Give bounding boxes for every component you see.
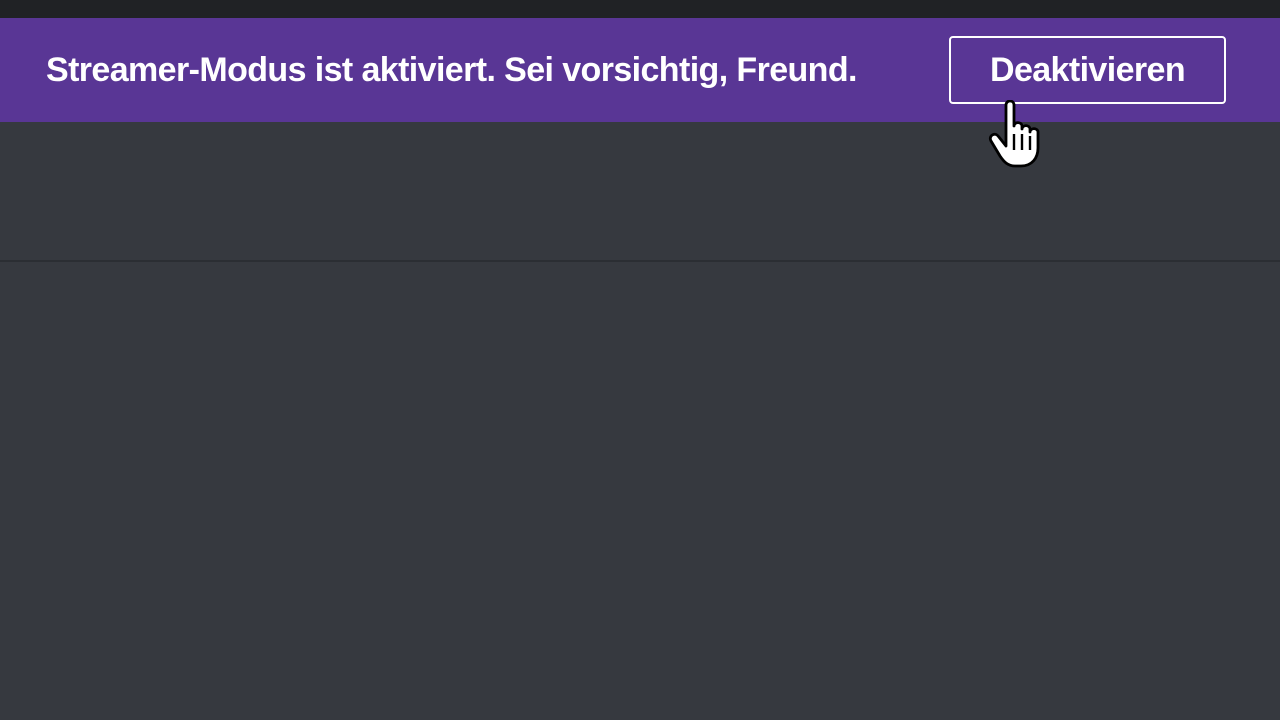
deactivate-streamer-mode-button[interactable]: Deaktivieren: [949, 36, 1226, 104]
streamer-mode-notice-bar: Streamer-Modus ist aktiviert. Sei vorsic…: [0, 18, 1280, 122]
main-content-area: [0, 262, 1280, 720]
streamer-mode-notice-message: Streamer-Modus ist aktiviert. Sei vorsic…: [46, 51, 857, 89]
window-titlebar: [0, 0, 1280, 18]
channel-header-area: [0, 122, 1280, 260]
